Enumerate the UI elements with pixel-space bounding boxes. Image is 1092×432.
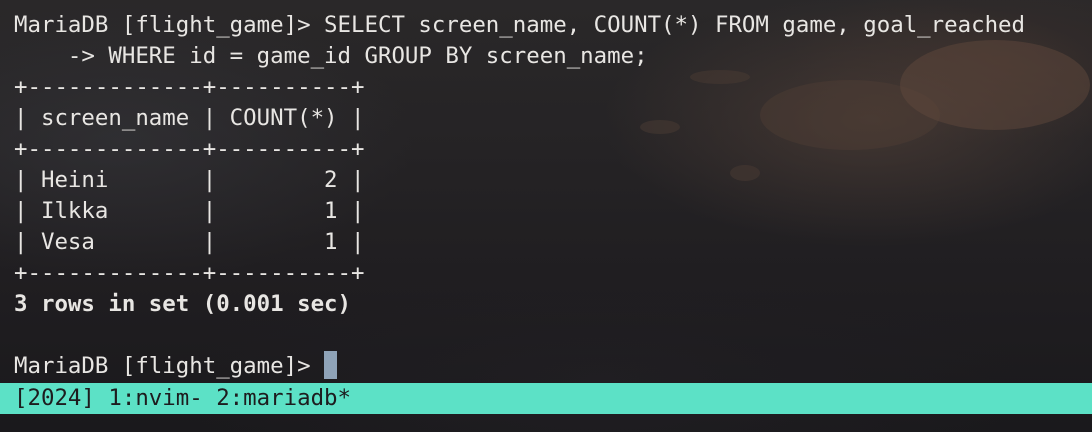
table-header-row: | screen_name | COUNT(*) | (14, 105, 365, 131)
table-row: | Heini | 2 | (14, 167, 365, 193)
table-border-header: +-------------+----------+ (14, 136, 365, 162)
table-border-top: +-------------+----------+ (14, 74, 365, 100)
tmux-window-list[interactable]: [2024] 1:nvim- 2:mariadb* (14, 383, 351, 414)
terminal-window[interactable]: MariaDB [flight_game]> SELECT screen_nam… (14, 10, 1092, 382)
prompt-text: MariaDB [flight_game]> (14, 353, 325, 379)
result-summary: 3 rows in set (0.001 sec) (14, 291, 352, 317)
table-row: | Ilkka | 1 | (14, 198, 365, 224)
table-border-bottom: +-------------+----------+ (14, 260, 365, 286)
tmux-status-bar: [2024] 1:nvim- 2:mariadb* (0, 383, 1092, 414)
sql-query-continuation: -> WHERE id = game_id GROUP BY screen_na… (14, 43, 648, 69)
sql-query-line: MariaDB [flight_game]> SELECT screen_nam… (14, 12, 1026, 38)
table-row: | Vesa | 1 | (14, 229, 365, 255)
prompt-line[interactable]: MariaDB [flight_game]> (14, 350, 1092, 382)
text-cursor (324, 350, 338, 379)
